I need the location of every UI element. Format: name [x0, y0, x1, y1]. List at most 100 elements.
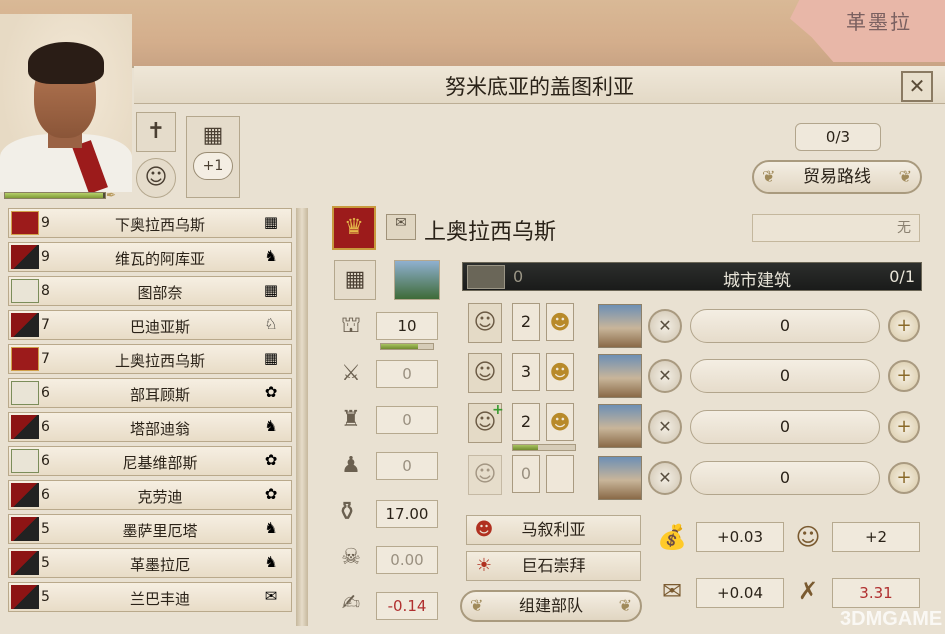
green-totem-icon: [11, 279, 39, 303]
province-rank: 8: [41, 283, 50, 299]
stone-icon: ▦: [263, 213, 279, 231]
fort-value: 0: [376, 406, 438, 434]
province-rank: 7: [41, 351, 50, 367]
raise-army-button[interactable]: ❦ 组建部队 ❦: [460, 590, 642, 622]
building-slot[interactable]: 0: [690, 309, 880, 343]
province-rank: 5: [41, 521, 50, 537]
trade-routes-button[interactable]: ❦ 贸易路线 ❦: [752, 160, 922, 194]
market-building-image[interactable]: [598, 304, 642, 348]
add-building-button[interactable]: +: [888, 462, 920, 494]
province-row[interactable]: 6 部耳顾斯 ✿: [8, 378, 292, 408]
province-row[interactable]: 6 塔部迪翁 ♞: [8, 412, 292, 442]
add-badge: +1: [193, 152, 233, 180]
military-value: 0: [376, 360, 438, 388]
religion-label: 巨石崇拜: [521, 556, 586, 575]
slave-pop-icon[interactable]: ☺: [468, 455, 502, 495]
province-rank: 6: [41, 419, 50, 435]
soldiers-icon: ♟: [341, 453, 361, 478]
pop-count: 3: [512, 353, 540, 391]
citizen-pop-icon[interactable]: ☺: [468, 303, 502, 343]
faction-banner-icon: [11, 517, 39, 541]
pop-count: 0: [512, 455, 540, 493]
remove-building-button[interactable]: ✕: [648, 359, 682, 393]
horse-icon: ♞: [264, 553, 278, 571]
province-row[interactable]: 9 维瓦的阿库亚 ♞: [8, 242, 292, 272]
laurel-right-icon: ❦: [898, 167, 912, 186]
province-name: 上奥拉西乌斯: [114, 352, 205, 370]
shield-icon: ⚔: [341, 361, 361, 386]
faction-banner-icon: [11, 483, 39, 507]
province-row[interactable]: 5 兰巴丰迪 ✉: [8, 582, 292, 612]
city-buildings-bar[interactable]: 0 城市建筑 0/1: [462, 262, 922, 291]
close-button[interactable]: ✕: [901, 71, 933, 102]
building-slot[interactable]: 0: [690, 461, 880, 495]
province-rank: 6: [41, 385, 50, 401]
province-name: 图部奈: [137, 284, 183, 302]
civic-bar-fill: [381, 344, 419, 349]
building-icon: [467, 265, 505, 289]
stone-icon: ▦: [202, 123, 224, 148]
region-title: 努米底亚的盖图利亚: [445, 75, 634, 99]
income-value: +0.03: [696, 522, 784, 552]
faction-banner-icon: [11, 313, 39, 337]
empty-slot: [546, 455, 574, 493]
workshop-building-image[interactable]: [598, 456, 642, 500]
province-name: 墨萨里厄塔: [122, 522, 198, 540]
religion-tag[interactable]: ☀ 巨石崇拜: [466, 551, 641, 581]
fortress-building-image[interactable]: [598, 404, 642, 448]
flower-icon: ✿: [264, 451, 278, 469]
province-name: 革墨拉厄: [129, 556, 190, 574]
divider: [296, 208, 308, 626]
stone-icon[interactable]: ▦: [334, 260, 376, 300]
green-totem-icon: [11, 449, 39, 473]
tax-value: -0.14: [376, 592, 438, 620]
region-status: 无: [752, 214, 920, 242]
province-row[interactable]: 6 克劳迪 ✿: [8, 480, 292, 510]
stone-icon: ▦: [263, 349, 279, 367]
province-row[interactable]: 7 巴迪亚斯 ♘: [8, 310, 292, 340]
province-row[interactable]: 6 尼基维部斯 ✿: [8, 446, 292, 476]
building-slot[interactable]: 0: [690, 410, 880, 444]
fortress-icon: ♜: [341, 407, 361, 432]
faction-banner-icon: [11, 551, 39, 575]
theater-mask-icon: ☻: [474, 519, 494, 540]
building-slot[interactable]: 0: [690, 359, 880, 393]
map-background[interactable]: 革墨拉: [0, 0, 945, 70]
province-row[interactable]: 8 图部奈 ▦: [8, 276, 292, 306]
troops-value: 0: [376, 452, 438, 480]
add-building-button[interactable]: +: [888, 411, 920, 443]
remove-building-button[interactable]: ✕: [648, 309, 682, 343]
rome-eagle-banner-icon[interactable]: ♛: [332, 206, 376, 250]
add-building-button[interactable]: +: [888, 310, 920, 342]
city-buildings-count: 0/1: [889, 267, 915, 286]
theater-mask-icon: ☻: [546, 303, 574, 341]
stone-icon: ▦: [263, 281, 279, 299]
goat-icon: ♘: [264, 315, 278, 333]
culture-tag[interactable]: ☻ 马叙利亚: [466, 515, 641, 545]
money-bag-icon: 💰: [657, 523, 687, 551]
remove-building-button[interactable]: ✕: [648, 461, 682, 495]
add-building-button[interactable]: +: [888, 360, 920, 392]
rome-eagle-icon: [11, 347, 39, 371]
province-row[interactable]: 5 墨萨里厄塔 ♞: [8, 514, 292, 544]
civic-value: 10: [376, 312, 438, 340]
statue-icon[interactable]: ✝: [136, 112, 176, 152]
province-row[interactable]: 9 下奥拉西乌斯 ▦: [8, 208, 292, 238]
freeman-pop-icon[interactable]: ☺: [468, 353, 502, 393]
scroll-icon[interactable]: ✉: [386, 214, 416, 240]
stone-resource-button[interactable]: ▦ +1: [186, 116, 240, 198]
tax-icon: ✍: [341, 591, 361, 616]
pop-growth-bar: [512, 444, 576, 451]
remove-building-button[interactable]: ✕: [648, 410, 682, 444]
faction-banner-icon: [11, 415, 39, 439]
province-row[interactable]: 7 上奥拉西乌斯 ▦: [8, 344, 292, 374]
province-row[interactable]: 5 革墨拉厄 ♞: [8, 548, 292, 578]
trade-scroll-icon: ✉: [661, 577, 683, 605]
skull-icon: ☠: [341, 545, 361, 570]
landscape-icon[interactable]: [394, 260, 440, 300]
bust-icon[interactable]: ☺: [136, 158, 176, 198]
governor-portrait[interactable]: [0, 14, 132, 192]
barracks-building-image[interactable]: [598, 354, 642, 398]
pop-growth-value: +2: [832, 522, 920, 552]
watermark: 3DMGAME: [840, 608, 943, 630]
